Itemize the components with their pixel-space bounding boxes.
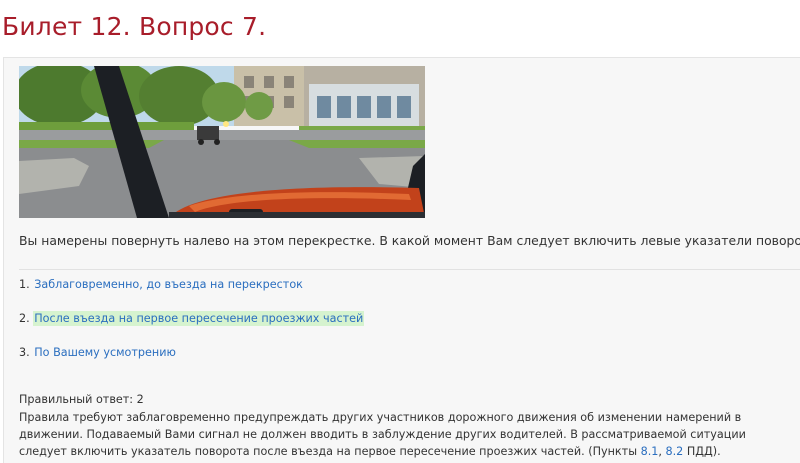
explanation-separator: , — [658, 445, 666, 458]
answer-link-1[interactable]: Заблаговременно, до въезда на перекресто… — [33, 277, 304, 292]
explanation-suffix: ПДД). — [683, 445, 721, 458]
rule-link-8-1[interactable]: 8.1 — [641, 445, 659, 458]
answer-option-2[interactable]: 2. После въезда на первое пересечение пр… — [19, 311, 365, 326]
explanation-text: Правила требуют заблаговременно предупре… — [19, 409, 794, 460]
answer-link-2[interactable]: После въезда на первое пересечение проез… — [33, 311, 365, 326]
page-title: Билет 12. Вопрос 7. — [2, 12, 267, 41]
answer-link-3[interactable]: По Вашему усмотрению — [33, 345, 177, 360]
answer-option-3[interactable]: 3. По Вашему усмотрению — [19, 346, 177, 359]
divider — [19, 269, 800, 270]
rule-link-8-2[interactable]: 8.2 — [666, 445, 684, 458]
question-panel: Вы намерены повернуть налево на этом пер… — [3, 57, 800, 463]
question-text: Вы намерены повернуть налево на этом пер… — [19, 233, 800, 248]
answer-option-1[interactable]: 1. Заблаговременно, до въезда на перекре… — [19, 278, 304, 291]
correct-answer-label: Правильный ответ: 2 — [19, 393, 144, 406]
intersection-scene-image — [19, 66, 425, 218]
answer-number: 2. — [19, 312, 30, 325]
answer-number: 1. — [19, 278, 30, 291]
answer-number: 3. — [19, 346, 30, 359]
explanation-body: Правила требуют заблаговременно предупре… — [19, 411, 746, 458]
